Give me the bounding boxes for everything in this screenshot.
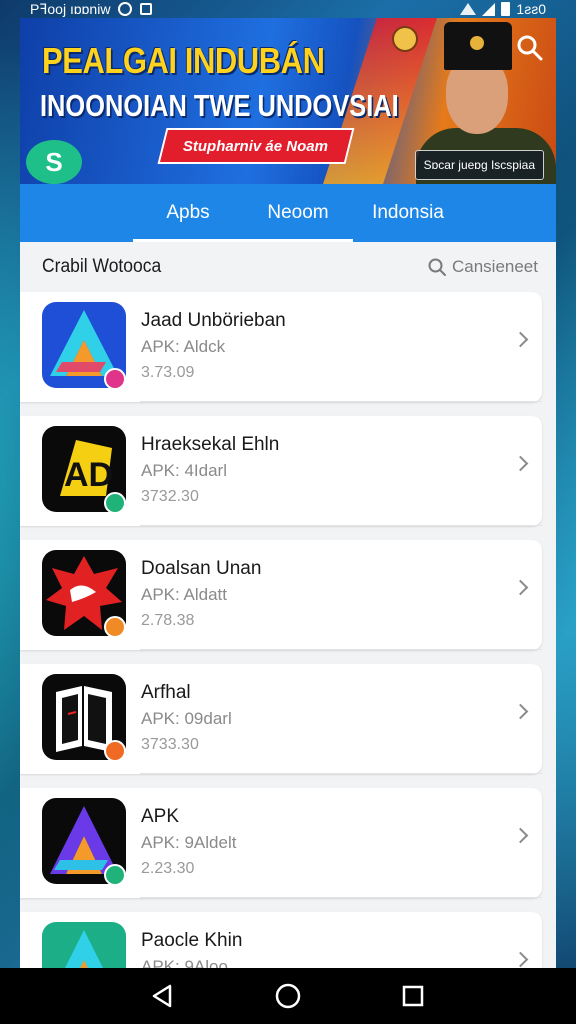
notification-icon [140, 3, 153, 15]
section-title: Crabil Wotooca [42, 256, 162, 277]
app-version: 3732.30 [141, 488, 199, 505]
svg-text:AD: AD [64, 456, 113, 494]
divider [140, 525, 542, 526]
list-item[interactable]: AD Hraeksekal Ehln APK: 4Idarl 3732.30 [20, 416, 542, 526]
section-search-button[interactable]: Cansieneet [428, 257, 538, 277]
section-header: Crabil Wotooca Cansieneet [20, 242, 556, 292]
tab-indonesia[interactable]: Indonsia [353, 184, 463, 242]
system-nav-bar [0, 968, 576, 1024]
divider [140, 649, 542, 650]
a-green-icon [42, 922, 126, 968]
back-button[interactable] [148, 981, 178, 1011]
app-name: Doalsan Unan [141, 558, 262, 579]
app-type: APK: Aldatt [141, 585, 227, 604]
banner-subtitle: INOONOIAN TWE UNDOVSIAI [40, 88, 399, 123]
chevron-right-icon [512, 579, 529, 596]
status-badge [104, 368, 126, 390]
list-item[interactable]: Doalsan Unan APK: Aldatt 2.78.38 [20, 540, 542, 650]
banner-caption: Sɒcar jueɒg Iscspiaa [414, 150, 544, 180]
list-item[interactable]: Paocle Khin APK: 9Aloo [20, 912, 542, 968]
portrait-cap-badge [470, 36, 484, 50]
sync-icon [118, 2, 133, 16]
list-item[interactable]: Arfhal APK: 09darl 3733.30 [20, 664, 542, 774]
hero-banner[interactable]: PEALGAI INDUBÁN INOONOIAN TWE UNDOVSIAI … [20, 18, 556, 184]
battery-icon [501, 2, 511, 16]
divider [140, 897, 542, 898]
brand-logo-icon: S [26, 140, 82, 184]
home-button[interactable] [273, 981, 303, 1011]
section-search-label: Cansieneet [451, 257, 538, 276]
chevron-right-icon [512, 703, 529, 720]
wifi-icon [460, 3, 477, 15]
app-name: Paocle Khin [141, 930, 243, 951]
app-type: APK: 9Aldelt [141, 833, 237, 852]
signal-icon [482, 2, 496, 16]
chevron-right-icon [512, 331, 529, 348]
search-icon[interactable] [516, 34, 544, 62]
banner-title: PEALGAI INDUBÁN [42, 40, 325, 81]
app-list: Jaad Unbörieban APK: Aldck 3.73.09 AD Hr… [20, 292, 556, 968]
status-badge [104, 492, 126, 514]
app-version: 2.78.38 [141, 612, 195, 629]
app-type: APK: 4Idarl [141, 461, 227, 480]
banner-ribbon: Stupharniv áe Noam [157, 128, 355, 164]
tab-new[interactable]: Neoom [243, 184, 353, 242]
brand-logo-letter: S [45, 146, 63, 177]
app-type: APK: 9Aloo [141, 957, 228, 968]
list-item[interactable]: Jaad Unbörieban APK: Aldck 3.73.09 [20, 292, 542, 402]
chevron-right-icon [512, 951, 529, 968]
chevron-right-icon [512, 455, 529, 472]
divider [140, 401, 542, 402]
tab-apps[interactable]: Apbs [133, 184, 243, 242]
app-version: 3.73.09 [141, 364, 195, 381]
app-name: Arfhal [141, 682, 191, 703]
back-icon [152, 984, 171, 1008]
status-badge [104, 616, 126, 638]
app-window: PEALGAI INDUBÁN INOONOIAN TWE UNDOVSIAI … [20, 18, 556, 968]
chevron-right-icon [512, 827, 529, 844]
app-name: Jaad Unbörieban [141, 310, 286, 331]
status-badge [104, 740, 126, 762]
list-item[interactable]: APK APK: 9Aldelt 2.23.30 [20, 788, 542, 898]
app-type: APK: Aldck [141, 337, 226, 356]
home-icon [275, 983, 301, 1009]
recents-icon [403, 985, 424, 1007]
tab-bar: Apbs Neoom Indonsia [20, 184, 556, 242]
search-icon [428, 258, 446, 276]
carrier-text: Pꟻooj ıɒɒniw [30, 0, 111, 17]
app-type: APK: 09darl [141, 709, 232, 728]
app-name: APK [141, 806, 180, 827]
emblem-icon [392, 26, 418, 52]
status-time: 1ƨƨ0 [516, 1, 546, 17]
recents-button[interactable] [398, 981, 428, 1011]
banner-ribbon-text: Stupharniv áe Noam [183, 137, 329, 155]
app-name: Hraeksekal Ehln [141, 434, 280, 455]
status-bar: Pꟻooj ıɒɒniw 1ƨƨ0 [0, 0, 576, 18]
divider [140, 773, 542, 774]
status-badge [104, 864, 126, 886]
app-version: 2.23.30 [141, 860, 195, 877]
app-version: 3733.30 [141, 736, 199, 753]
